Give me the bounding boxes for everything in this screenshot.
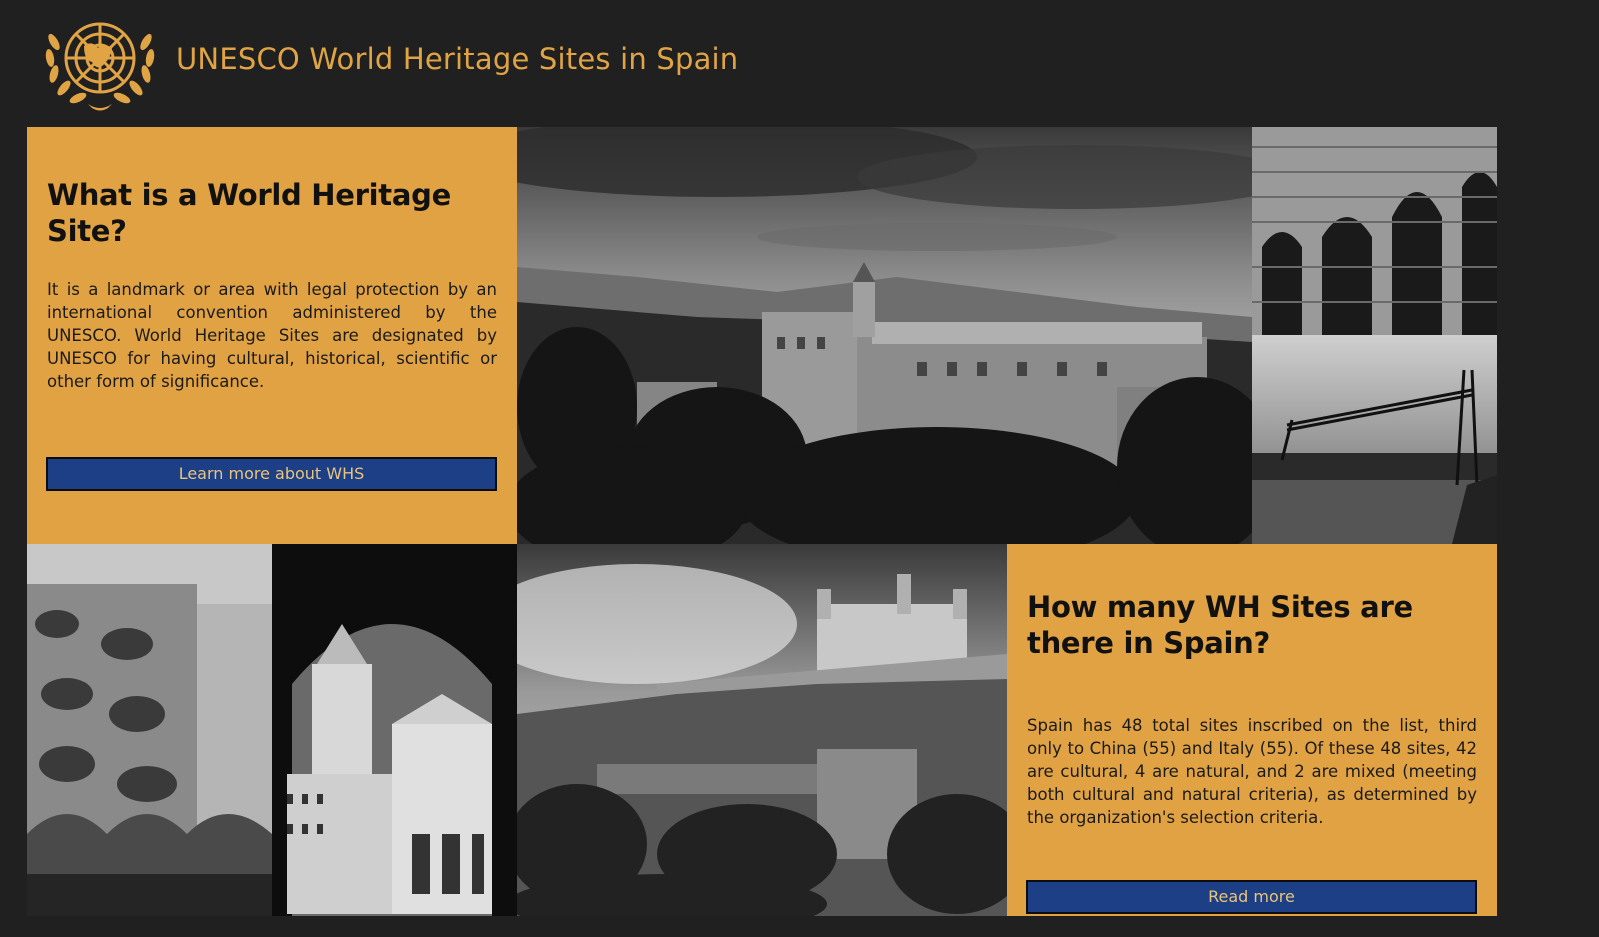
site-header: UNESCO World Heritage Sites in Spain (0, 0, 1599, 126)
el-escorial-photo (272, 544, 517, 916)
read-more-button[interactable]: Read more (1026, 880, 1477, 914)
how-many-sites-text: Spain has 48 total sites inscribed on th… (1027, 716, 1477, 827)
casa-batllo-photo (27, 544, 272, 916)
un-emblem-icon[interactable] (40, 12, 160, 114)
alhambra-photo (517, 127, 1252, 544)
aqueduct-segovia-photo (1252, 127, 1497, 335)
learn-more-button[interactable]: Learn more about WHS (46, 457, 497, 491)
vizcaya-bridge-photo (1252, 335, 1497, 544)
toledo-photo (517, 544, 1007, 916)
page-title: UNESCO World Heritage Sites in Spain (176, 42, 739, 76)
how-many-sites-heading: How many WH Sites are there in Spain? (1027, 590, 1413, 660)
what-is-whs-panel: What is a World Heritage Site? It is a l… (27, 127, 517, 544)
what-is-whs-text: It is a landmark or area with legal prot… (47, 280, 497, 391)
how-many-sites-panel: How many WH Sites are there in Spain? Sp… (1007, 544, 1497, 916)
what-is-whs-heading: What is a World Heritage Site? (47, 178, 451, 248)
